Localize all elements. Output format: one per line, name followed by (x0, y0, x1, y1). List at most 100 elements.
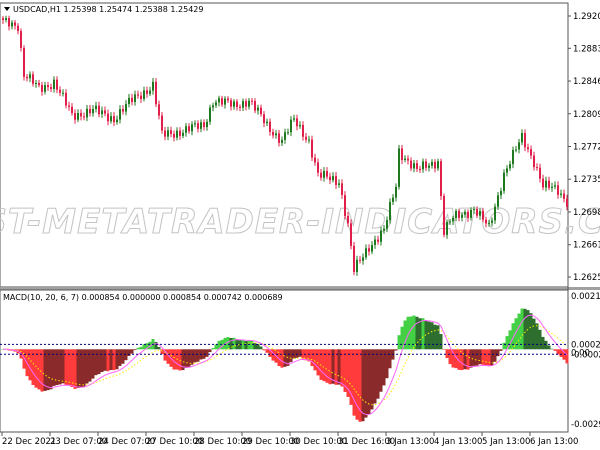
price-label: 1.29200 (573, 12, 600, 22)
macd-bar (229, 337, 233, 350)
macd-bar (388, 349, 392, 369)
macd-bar (289, 349, 293, 363)
macd-bar (79, 349, 83, 388)
macd-bar (82, 349, 86, 387)
macd-bar (76, 349, 80, 389)
macd-bar (40, 349, 44, 392)
candle (344, 191, 346, 220)
price-label: 1.28095 (573, 110, 600, 120)
chart-window[interactable]: BEST-METATRADER-INDICATORS.COM 1.292001.… (0, 0, 600, 450)
macd-bar (499, 349, 503, 351)
macd-bar (493, 349, 497, 362)
candle (353, 241, 355, 276)
macd-bar (160, 349, 164, 355)
macd-bar (550, 348, 554, 350)
macd-bar (553, 349, 557, 351)
macd-bar (271, 349, 275, 361)
macd-bar (436, 325, 440, 350)
time-label: 5 Jan 13:00 (482, 437, 530, 447)
time-axis: 22 Dec 202123 Dec 07:0024 Dec 07:0027 De… (1, 432, 578, 447)
macd-bar (295, 349, 299, 358)
macd-bar (367, 349, 371, 415)
candle (398, 144, 400, 190)
candle (440, 158, 442, 201)
macd-bar (475, 349, 479, 366)
price-label: 1.26615 (573, 241, 600, 251)
main-chart-panel[interactable] (0, 2, 569, 288)
macd-bar (52, 349, 56, 386)
macd-bar (121, 349, 125, 364)
macd-bar (196, 349, 200, 362)
macd-bar (106, 349, 110, 372)
macd-bar (340, 349, 344, 387)
price-label: 1.28465 (573, 77, 600, 87)
macd-bar (463, 349, 467, 370)
macd-axis-label: 0.002138 (571, 292, 600, 302)
macd-bar (520, 308, 524, 350)
macd-bar (73, 349, 77, 389)
macd-bar (298, 349, 302, 357)
macd-bar (385, 349, 389, 379)
price-label: 1.26985 (573, 208, 600, 218)
macd-bar (214, 344, 218, 350)
candle (23, 45, 25, 81)
macd-bar (34, 349, 38, 388)
macd-bar (46, 349, 50, 391)
macd-bar (100, 349, 104, 372)
candle (350, 219, 352, 250)
macd-bar (211, 348, 215, 350)
macd-bar (310, 349, 314, 367)
macd-bar (94, 349, 98, 376)
price-axis: 1.29200 1.28835 1.28465 1.28095 1.27725 1.273… (568, 12, 600, 283)
macd-bar (139, 346, 143, 350)
macd-bar (316, 349, 320, 376)
candle (443, 193, 445, 238)
macd-bar (208, 349, 212, 353)
macd-bar (103, 349, 107, 371)
macd-bar (244, 341, 248, 350)
macd-bar (247, 340, 251, 350)
macd-bar (397, 335, 401, 350)
macd-bar (184, 349, 188, 368)
macd-bar (112, 349, 116, 371)
macd-bar (283, 349, 287, 367)
macd-bar (352, 349, 356, 416)
macd-bar (400, 326, 404, 350)
macd-axis-label: -0.002996 (571, 420, 600, 430)
macd-bar (361, 349, 365, 422)
macd-bar (487, 349, 491, 367)
macd-bar (259, 346, 263, 350)
macd-bar (91, 349, 95, 379)
time-label: 4 Jan 13:00 (434, 437, 482, 447)
macd-bar (265, 349, 269, 353)
macd-bar (535, 323, 539, 350)
macd-bar (142, 344, 146, 350)
macd-bar (538, 329, 542, 350)
candle (389, 198, 391, 224)
macd-bar (262, 349, 266, 351)
price-label: 1.27355 (573, 175, 600, 185)
macd-bar (178, 349, 182, 371)
macd-bar (70, 349, 74, 388)
macd-bar (541, 336, 545, 350)
macd-bar (118, 349, 122, 366)
macd-bar (376, 349, 380, 399)
macd-bar (427, 321, 431, 350)
macd-bar (373, 349, 377, 404)
macd-bar (442, 349, 446, 350)
macd-bar (496, 349, 500, 357)
macd-title: MACD(10, 20, 6, 7) 0.000854 0.000000 0.0… (3, 293, 283, 302)
macd-bar (370, 349, 374, 410)
macd-bar (250, 340, 254, 350)
macd-bar (448, 349, 452, 365)
macd-axis-label: -0.0002 (571, 350, 600, 360)
macd-bar (364, 349, 368, 418)
candle (155, 78, 157, 108)
macd-bar (556, 349, 560, 355)
macd-bar (115, 349, 119, 370)
macd-bar (127, 349, 131, 356)
macd-bar (136, 347, 140, 350)
macd-bar (109, 349, 113, 371)
macd-bar (49, 349, 53, 390)
macd-bar (481, 349, 485, 365)
